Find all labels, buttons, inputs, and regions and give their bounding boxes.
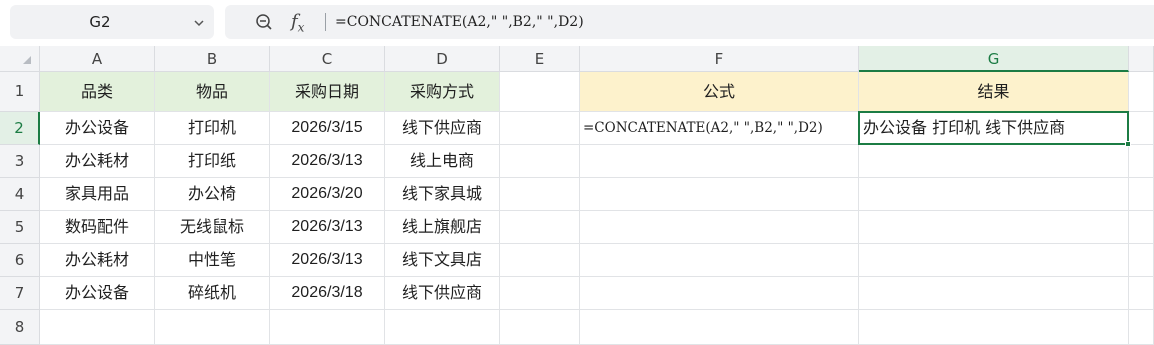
spreadsheet-grid: A B C D E F G 1 2 3 4 5 6 7 8 品类 物品 采购日期 采购方式 公式 结果 办公设备 打印机 20… xyxy=(0,46,1154,345)
cell-F1[interactable]: 公式 xyxy=(580,72,859,112)
cell-D7[interactable]: 线下供应商 xyxy=(385,277,500,310)
row-header-8[interactable]: 8 xyxy=(0,310,40,345)
cell-H2[interactable] xyxy=(1129,112,1154,145)
row-header-1[interactable]: 1 xyxy=(0,72,40,112)
column-header-c[interactable]: C xyxy=(270,46,385,72)
cell-G7[interactable] xyxy=(859,277,1129,310)
cell-D4[interactable]: 线下家具城 xyxy=(385,178,500,211)
cell-H6[interactable] xyxy=(1129,244,1154,277)
cell-F6[interactable] xyxy=(580,244,859,277)
cell-H3[interactable] xyxy=(1129,145,1154,178)
cell-A2[interactable]: 办公设备 xyxy=(40,112,155,145)
cell-A3[interactable]: 办公耗材 xyxy=(40,145,155,178)
cell-D3[interactable]: 线上电商 xyxy=(385,145,500,178)
row-header-5[interactable]: 5 xyxy=(0,211,40,244)
cell-E2[interactable] xyxy=(500,112,580,145)
cell-E4[interactable] xyxy=(500,178,580,211)
cell-F2[interactable]: =CONCATENATE(A2," ",B2," ",D2) xyxy=(580,112,859,145)
cell-B5[interactable]: 无线鼠标 xyxy=(155,211,270,244)
cell-B7[interactable]: 碎纸机 xyxy=(155,277,270,310)
select-all-corner[interactable] xyxy=(0,46,40,72)
cell-A7[interactable]: 办公设备 xyxy=(40,277,155,310)
cell-H7[interactable] xyxy=(1129,277,1154,310)
cell-E5[interactable] xyxy=(500,211,580,244)
row-header-4[interactable]: 4 xyxy=(0,178,40,211)
function-icon[interactable]: fx xyxy=(291,8,304,42)
column-header-d[interactable]: D xyxy=(385,46,500,72)
zoom-out-icon[interactable] xyxy=(255,13,273,31)
cell-E7[interactable] xyxy=(500,277,580,310)
formula-input[interactable]: =CONCATENATE(A2," ",B2," ",D2) xyxy=(335,5,584,39)
cell-D6[interactable]: 线下文具店 xyxy=(385,244,500,277)
fill-handle[interactable] xyxy=(1125,141,1131,147)
cell-B2[interactable]: 打印机 xyxy=(155,112,270,145)
cell-E6[interactable] xyxy=(500,244,580,277)
cell-B8[interactable] xyxy=(155,310,270,345)
cell-H5[interactable] xyxy=(1129,211,1154,244)
formula-area: fx =CONCATENATE(A2," ",B2," ",D2) xyxy=(225,5,1154,39)
row-header-6[interactable]: 6 xyxy=(0,244,40,277)
cell-D5[interactable]: 线上旗舰店 xyxy=(385,211,500,244)
select-all-icon xyxy=(23,56,31,64)
cell-H1[interactable] xyxy=(1129,72,1154,112)
cell-C6[interactable]: 2026/3/13 xyxy=(270,244,385,277)
cell-C1[interactable]: 采购日期 xyxy=(270,72,385,112)
cell-A5[interactable]: 数码配件 xyxy=(40,211,155,244)
cell-C5[interactable]: 2026/3/13 xyxy=(270,211,385,244)
name-box[interactable]: G2 xyxy=(10,5,214,39)
cell-B6[interactable]: 中性笔 xyxy=(155,244,270,277)
cell-C2[interactable]: 2026/3/15 xyxy=(270,112,385,145)
row-header-2[interactable]: 2 xyxy=(0,112,40,145)
cell-F5[interactable] xyxy=(580,211,859,244)
cell-H4[interactable] xyxy=(1129,178,1154,211)
cell-G4[interactable] xyxy=(859,178,1129,211)
column-header-a[interactable]: A xyxy=(40,46,155,72)
cell-G5[interactable] xyxy=(859,211,1129,244)
cell-D1[interactable]: 采购方式 xyxy=(385,72,500,112)
cell-D8[interactable] xyxy=(385,310,500,345)
column-header-filler xyxy=(1129,46,1154,72)
column-header-g[interactable]: G xyxy=(859,46,1129,72)
column-header-f[interactable]: F xyxy=(580,46,859,72)
cell-C3[interactable]: 2026/3/13 xyxy=(270,145,385,178)
cell-C4[interactable]: 2026/3/20 xyxy=(270,178,385,211)
cell-G2[interactable]: 办公设备 打印机 线下供应商 xyxy=(859,112,1129,145)
cell-B1[interactable]: 物品 xyxy=(155,72,270,112)
cell-F8[interactable] xyxy=(580,310,859,345)
cell-F3[interactable] xyxy=(580,145,859,178)
formula-bar: G2 fx =CONCATENATE(A2," ",B2," ",D2) xyxy=(0,0,1154,46)
column-header-b[interactable]: B xyxy=(155,46,270,72)
cell-G1[interactable]: 结果 xyxy=(859,72,1129,112)
cell-A6[interactable]: 办公耗材 xyxy=(40,244,155,277)
cell-E3[interactable] xyxy=(500,145,580,178)
cell-E8[interactable] xyxy=(500,310,580,345)
column-header-e[interactable]: E xyxy=(500,46,580,72)
name-box-value: G2 xyxy=(89,13,111,31)
cell-G6[interactable] xyxy=(859,244,1129,277)
cell-B4[interactable]: 办公椅 xyxy=(155,178,270,211)
row-header-3[interactable]: 3 xyxy=(0,145,40,178)
cell-A1[interactable]: 品类 xyxy=(40,72,155,112)
cell-H8[interactable] xyxy=(1129,310,1154,345)
cell-B3[interactable]: 打印纸 xyxy=(155,145,270,178)
row-header-7[interactable]: 7 xyxy=(0,277,40,310)
cell-C7[interactable]: 2026/3/18 xyxy=(270,277,385,310)
cell-D2[interactable]: 线下供应商 xyxy=(385,112,500,145)
cell-F4[interactable] xyxy=(580,178,859,211)
cell-C8[interactable] xyxy=(270,310,385,345)
divider xyxy=(325,13,326,31)
cell-F7[interactable] xyxy=(580,277,859,310)
cell-G3[interactable] xyxy=(859,145,1129,178)
cell-A4[interactable]: 家具用品 xyxy=(40,178,155,211)
cell-A8[interactable] xyxy=(40,310,155,345)
chevron-down-icon[interactable] xyxy=(192,16,206,30)
cell-E1[interactable] xyxy=(500,72,580,112)
cell-G8[interactable] xyxy=(859,310,1129,345)
